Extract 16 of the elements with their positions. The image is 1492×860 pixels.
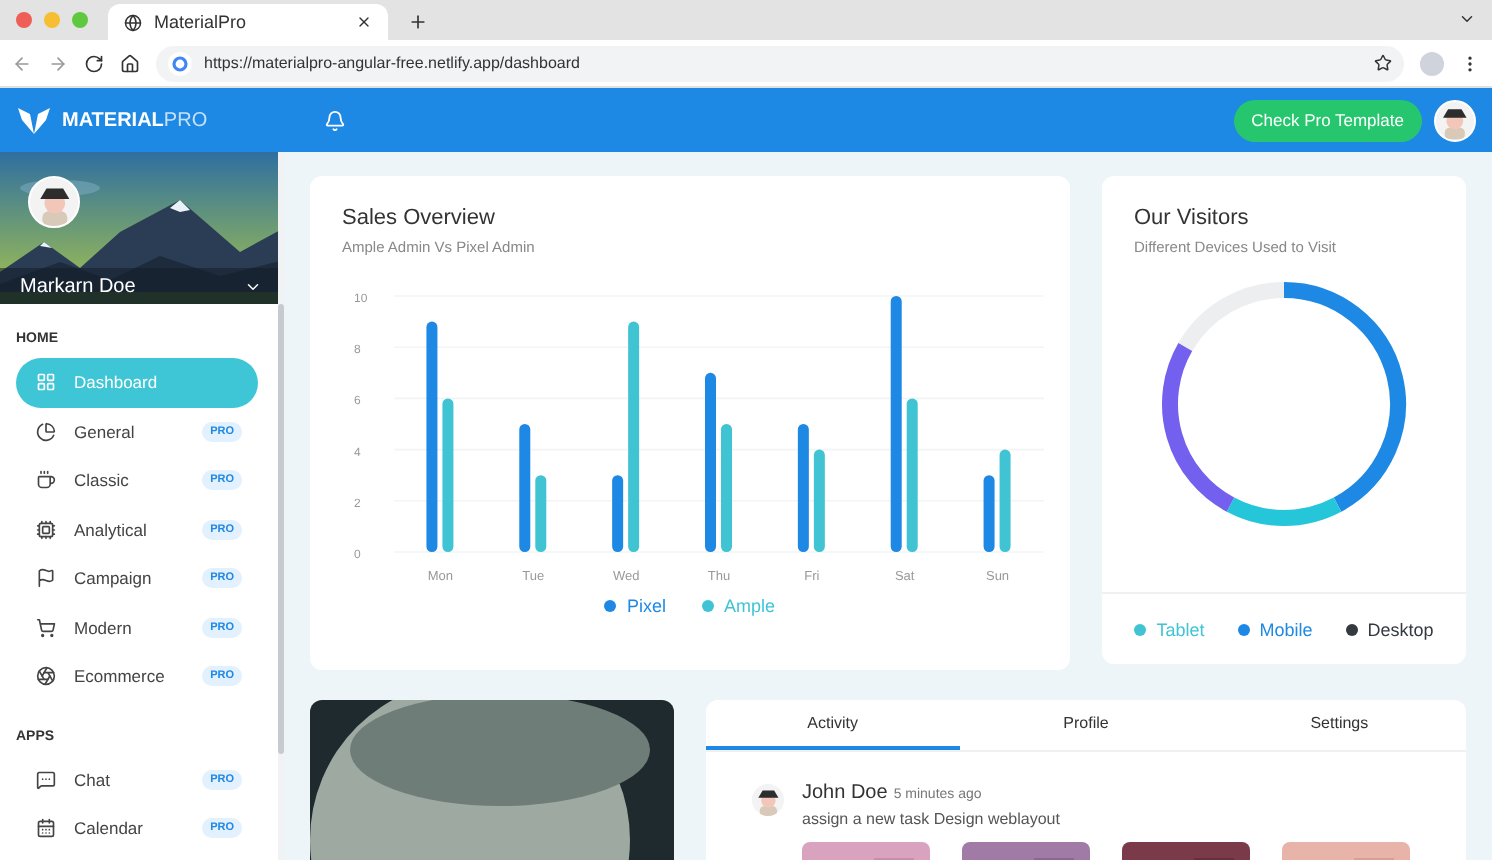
card-title: Our Visitors: [1134, 206, 1251, 230]
legend-item: Desktop: [1345, 619, 1434, 639]
card-title: Sales Overview: [342, 206, 497, 230]
tab[interactable]: Settings: [1212, 700, 1466, 750]
user-name: Markarn Doe: [20, 275, 136, 297]
legend-item: Mobile: [1237, 619, 1313, 639]
browser-tab[interactable]: MaterialPro: [108, 4, 388, 40]
legend-item: Pixel: [604, 596, 666, 616]
tab[interactable]: Activity: [706, 700, 960, 750]
author-name: John Doe: [802, 782, 888, 804]
activity-text: assign a new task Design weblayout: [802, 810, 1062, 828]
address-field[interactable]: https://materialpro-angular-free.netlify.app/dashboard: [156, 45, 1404, 81]
tab[interactable]: Profile: [959, 700, 1213, 750]
logo-text: MATERIALPRO: [62, 109, 208, 131]
legend-item: Tablet: [1134, 619, 1205, 639]
legend-item: Ample: [702, 596, 776, 616]
